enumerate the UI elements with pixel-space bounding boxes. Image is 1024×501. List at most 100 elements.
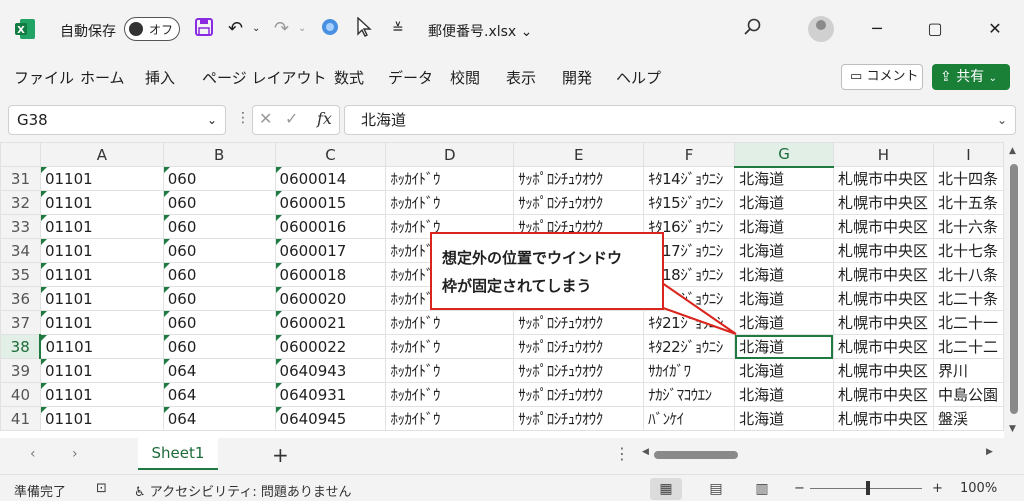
grid-cell[interactable]: 北海道 (734, 214, 834, 239)
column-header[interactable]: H (832, 142, 934, 167)
tab-file[interactable]: ファイル (14, 67, 74, 88)
column-header[interactable]: B (162, 142, 276, 167)
grid-cell[interactable]: ﾎｯｶｲﾄﾞｳ (385, 310, 515, 335)
grid-cell[interactable]: 064 (162, 382, 276, 407)
grid-cell[interactable]: ｻｶｲｶﾞﾜ (643, 358, 736, 383)
grid-cell[interactable]: 01101 (39, 358, 164, 383)
undo-icon[interactable]: ↶ (228, 17, 243, 41)
cancel-icon[interactable]: ✕ (259, 109, 272, 128)
grid-cell[interactable]: 札幌市中央区 (832, 190, 934, 215)
grid-cell[interactable]: ｻｯﾎﾟﾛｼﾁｭｳｵｳｸ (513, 406, 645, 431)
grid-cell[interactable]: ｻｯﾎﾟﾛｼﾁｭｳｵｳｸ (513, 382, 645, 407)
grid-cell[interactable]: 北十五条 (932, 190, 1004, 215)
tab-review[interactable]: 校閲 (450, 67, 480, 88)
file-name[interactable]: 郵便番号.xlsx ⌄ (428, 21, 532, 41)
grid-cell[interactable]: 0600020 (274, 286, 387, 311)
grid-cell[interactable]: 北海道 (734, 166, 834, 191)
grid-cell[interactable]: ﾅｶｼﾞﾏｺｳｴﾝ (643, 382, 736, 407)
grid-cell[interactable]: ｻｯﾎﾟﾛｼﾁｭｳｵｳｸ (513, 358, 645, 383)
grid-cell[interactable]: 01101 (39, 262, 164, 287)
row-header[interactable]: 36 (0, 286, 41, 311)
grid-cell[interactable]: 北十四条 (932, 166, 1004, 191)
grid-cell[interactable]: 0640945 (274, 406, 387, 431)
save-icon[interactable] (194, 17, 214, 44)
row-header[interactable]: 39 (0, 358, 41, 383)
scroll-down-icon[interactable]: ▼ (1009, 424, 1016, 434)
grid-cell[interactable]: 北海道 (734, 382, 834, 407)
expand-formula-icon[interactable]: ⌄ (997, 106, 1007, 134)
maximize-icon[interactable]: ▢ (920, 14, 950, 44)
row-header[interactable]: 40 (0, 382, 41, 407)
column-header[interactable]: C (274, 142, 387, 167)
undo-dropdown-icon[interactable]: ⌄ (252, 17, 260, 41)
row-header[interactable]: 33 (0, 214, 41, 239)
grid-cell[interactable]: 札幌市中央区 (832, 286, 934, 311)
grid-cell[interactable]: 060 (162, 166, 276, 191)
grid-cell[interactable]: ｻｯﾎﾟﾛｼﾁｭｳｵｳｸ (513, 166, 645, 191)
grid-cell[interactable]: 札幌市中央区 (832, 310, 934, 335)
grid-cell[interactable]: ﾎｯｶｲﾄﾞｳ (385, 190, 515, 215)
grid-cell[interactable]: 界川 (932, 358, 1004, 383)
grid-cell[interactable]: 札幌市中央区 (832, 262, 934, 287)
normal-view-icon[interactable]: ▦ (650, 478, 682, 500)
grid-cell[interactable]: ｻｯﾎﾟﾛｼﾁｭｳｵｳｸ (513, 310, 645, 335)
customize-toolbar-icon[interactable]: ≚ (392, 17, 404, 41)
tab-developer[interactable]: 開発 (562, 67, 592, 88)
grid-cell[interactable]: 060 (162, 262, 276, 287)
grid-cell[interactable]: 0600022 (274, 334, 387, 359)
grid-cell[interactable]: 札幌市中央区 (832, 166, 934, 191)
grid-cell[interactable]: 盤渓 (932, 406, 1004, 431)
grid-cell[interactable]: 0600016 (274, 214, 387, 239)
scroll-up-icon[interactable]: ▲ (1009, 146, 1016, 156)
scroll-left-icon[interactable]: ◀ (642, 447, 649, 457)
tab-page-layout[interactable]: ページ レイアウト (202, 67, 326, 88)
copilot-icon[interactable] (320, 17, 340, 44)
grid-cell[interactable]: 北十七条 (932, 238, 1004, 263)
grid-cell[interactable]: ｷﾀ22ｼﾞｮｳﾆｼ (643, 334, 736, 359)
scrollbar-thumb[interactable] (1010, 164, 1018, 414)
comment-button[interactable]: ▭ コメント (841, 64, 923, 90)
grid-cell[interactable]: 北海道 (734, 406, 834, 431)
row-header[interactable]: 34 (0, 238, 41, 263)
grid-cell[interactable]: 北海道 (734, 190, 834, 215)
grid-cell[interactable]: 札幌市中央区 (832, 382, 934, 407)
row-header[interactable]: 31 (0, 166, 41, 191)
accessibility-status[interactable]: ♿︎ アクセシビリティ: 問題ありません (134, 481, 352, 500)
autosave-toggle[interactable]: オフ (124, 17, 180, 41)
grid-cell[interactable]: 札幌市中央区 (832, 238, 934, 263)
zoom-level[interactable]: 100% (960, 481, 997, 496)
column-header-selected[interactable]: G (734, 142, 834, 168)
column-header[interactable]: E (513, 142, 645, 167)
grid-cell[interactable]: ﾎｯｶｲﾄﾞｳ (385, 166, 515, 191)
column-header[interactable]: I (932, 142, 1004, 167)
grid-cell[interactable]: 0600021 (274, 310, 387, 335)
tab-insert[interactable]: 挿入 (145, 67, 175, 88)
tab-formulas[interactable]: 数式 (334, 67, 364, 88)
grid-cell[interactable]: ｷﾀ21ｼﾞｮｳﾆｼ (643, 310, 736, 335)
close-icon[interactable]: ✕ (980, 14, 1010, 44)
sheet-tab-sheet1[interactable]: Sheet1 (138, 438, 218, 470)
add-sheet-icon[interactable]: + (272, 443, 289, 467)
grid-cell[interactable]: 北二十条 (932, 286, 1004, 311)
grid-cell[interactable]: ｷﾀ15ｼﾞｮｳﾆｼ (643, 190, 736, 215)
macro-record-icon[interactable]: ⊡ (96, 481, 107, 496)
grid-cell[interactable]: 北海道 (734, 310, 834, 335)
zoom-in-icon[interactable]: + (932, 481, 943, 496)
grid-cell[interactable]: 0600015 (274, 190, 387, 215)
formula-input[interactable]: 北海道 ⌄ (344, 105, 1016, 135)
active-cell[interactable]: 北海道 (734, 334, 834, 359)
grid-cell[interactable]: 北十八条 (932, 262, 1004, 287)
share-button[interactable]: ⇪ 共有 ⌄ (932, 64, 1010, 90)
grid-cell[interactable]: 01101 (39, 166, 164, 191)
grid-cell[interactable]: 北二十一 (932, 310, 1004, 335)
vertical-scrollbar[interactable]: ▲ ▼ (1004, 142, 1024, 438)
enter-icon[interactable]: ✓ (285, 109, 298, 128)
row-header[interactable]: 32 (0, 190, 41, 215)
grid-cell[interactable]: ｻｯﾎﾟﾛｼﾁｭｳｵｳｸ (513, 190, 645, 215)
tab-help[interactable]: ヘルプ (616, 67, 661, 88)
grid-cell[interactable]: 0600014 (274, 166, 387, 191)
row-header[interactable]: 37 (0, 310, 41, 335)
grid-cell[interactable]: 札幌市中央区 (832, 358, 934, 383)
grid-cell[interactable]: ﾎｯｶｲﾄﾞｳ (385, 382, 515, 407)
column-header[interactable]: A (39, 142, 164, 167)
